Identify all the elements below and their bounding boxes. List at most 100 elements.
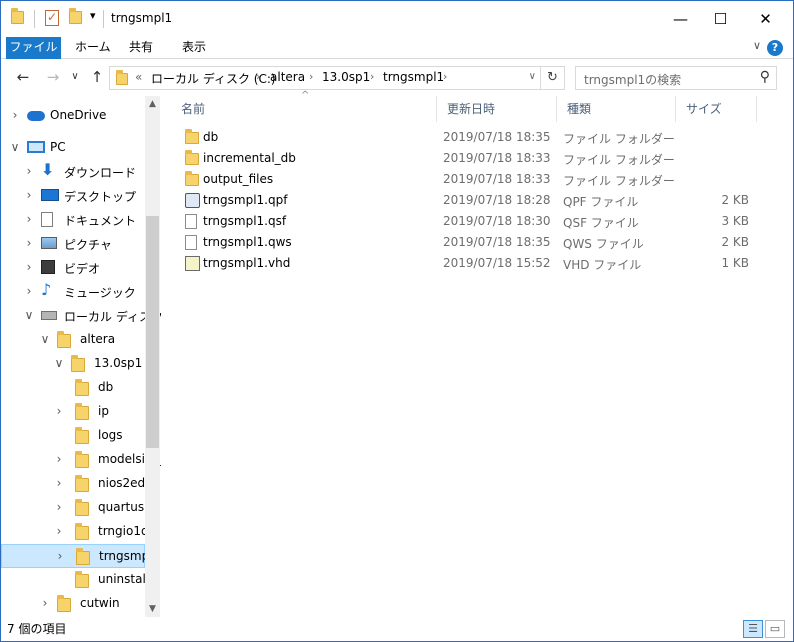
tree-item[interactable]: › nios2eds	[1, 472, 151, 496]
large-icons-view-button[interactable]: ▭	[765, 620, 785, 638]
forward-button[interactable]: →	[43, 68, 63, 86]
column-header-size[interactable]: サイズ	[676, 96, 757, 122]
expand-icon[interactable]: ›	[23, 284, 35, 298]
desktop-icon	[41, 189, 59, 201]
column-header-type[interactable]: 種類	[557, 96, 676, 122]
tab-share[interactable]: 共有	[119, 37, 163, 59]
refresh-icon[interactable]: ↻	[540, 67, 564, 89]
tree-item-label: PC	[50, 140, 66, 154]
breadcrumb-separator[interactable]: ›	[443, 70, 447, 83]
expand-icon[interactable]: ›	[53, 452, 65, 466]
file-row[interactable]: trngsmpl1.qsf 2019/07/18 18:30 QSF ファイル 3 K…	[171, 211, 757, 232]
tree-item[interactable]: › ビデオ	[1, 256, 145, 280]
breadcrumb-13-0sp1[interactable]: 13.0sp1	[322, 70, 370, 84]
expand-icon[interactable]: ›	[23, 236, 35, 250]
tree-item[interactable]: › cutwin	[1, 592, 145, 616]
expand-icon[interactable]: ›	[53, 404, 65, 418]
tree-item[interactable]: ∨ altera	[1, 328, 145, 352]
file-date-modified: 2019/07/18 18:35	[443, 130, 551, 144]
folder-icon	[116, 70, 128, 85]
tree-item[interactable]: › ピクチャ	[1, 232, 145, 256]
tree-item-label: db	[98, 380, 114, 394]
navigation-pane-scrollbar[interactable]: ▲ ▼	[145, 96, 160, 617]
scroll-thumb[interactable]	[146, 216, 159, 448]
expand-icon[interactable]: ›	[53, 500, 65, 514]
folder-icon	[57, 595, 71, 612]
minimize-button[interactable]: —	[658, 1, 703, 37]
collapse-icon[interactable]: ∨	[53, 356, 65, 370]
tree-item[interactable]: › ♪ ミュージック	[1, 280, 145, 304]
recent-locations-button[interactable]: ∨	[65, 71, 85, 82]
tree-item[interactable]: ∨ PC	[1, 136, 145, 160]
tree-item[interactable]: › ip	[1, 400, 145, 424]
tree-item[interactable]: ›modelsim_a	[1, 448, 161, 472]
search-icon[interactable]: ⚲	[760, 69, 770, 85]
file-date-modified: 2019/07/18 18:35	[443, 235, 551, 249]
tree-item[interactable]: ∨ローカル ディスク (C	[1, 304, 161, 328]
tree-item[interactable]: › ドキュメント	[1, 208, 145, 232]
file-row[interactable]: incremental_db 2019/07/18 18:33 ファイル フォルダー	[171, 148, 757, 169]
tree-item[interactable]: db	[1, 376, 145, 400]
expand-icon[interactable]: ›	[53, 476, 65, 490]
expand-icon[interactable]: ›	[23, 212, 35, 226]
tree-item[interactable]: › ⬇ ダウンロード	[1, 160, 145, 184]
file-name: db	[203, 130, 219, 144]
tab-view[interactable]: 表示	[172, 37, 216, 59]
tree-item[interactable]: › trngio1d	[1, 520, 149, 544]
breadcrumb-altera[interactable]: altera	[270, 70, 305, 84]
breadcrumb-separator[interactable]: ›	[256, 70, 260, 83]
tree-item[interactable]: uninstall	[1, 568, 149, 592]
file-row[interactable]: trngsmpl1.qpf 2019/07/18 18:28 QPF ファイル 2 K…	[171, 190, 757, 211]
breadcrumb-separator[interactable]: ›	[309, 70, 313, 83]
tab-file[interactable]: ファイル	[6, 37, 61, 59]
tree-item-label: ミュージック	[64, 286, 136, 300]
help-icon[interactable]: ?	[767, 40, 783, 56]
quick-access-dropdown-icon[interactable]: ▾	[90, 9, 96, 22]
tree-item[interactable]: › quartus	[1, 496, 145, 520]
file-icon	[185, 214, 197, 229]
up-button[interactable]: ↑	[87, 68, 107, 86]
tab-home[interactable]: ホーム	[65, 37, 121, 59]
back-button[interactable]: ←	[13, 68, 33, 86]
expand-icon[interactable]: ›	[23, 164, 35, 178]
breadcrumb-separator[interactable]: ›	[370, 70, 374, 83]
expand-ribbon-icon[interactable]: ∨	[753, 39, 761, 52]
column-header-name[interactable]: 名前	[171, 96, 437, 122]
onedrive-icon	[27, 111, 45, 121]
file-row[interactable]: output_files 2019/07/18 18:33 ファイル フォルダー	[171, 169, 757, 190]
collapse-icon[interactable]: ∨	[23, 308, 35, 322]
maximize-button[interactable]: ☐	[698, 1, 743, 37]
scroll-down-icon[interactable]: ▼	[145, 601, 160, 617]
expand-icon[interactable]: ›	[23, 188, 35, 202]
expand-icon[interactable]: ›	[39, 596, 51, 610]
details-view-button[interactable]: ☰	[743, 620, 763, 638]
tree-item-label: uninstall	[98, 572, 150, 586]
tree-item[interactable]: › OneDrive	[1, 104, 145, 128]
address-dropdown-icon[interactable]: ∨	[529, 71, 536, 82]
file-row[interactable]: db 2019/07/18 18:35 ファイル フォルダー	[171, 127, 757, 148]
expand-icon[interactable]: ›	[9, 108, 21, 122]
explorer-window: ✓ ▾ trngsmpl1 — ☐ ✕ ファイル ホーム 共有 表示 ∨ ? ←…	[0, 0, 794, 642]
file-row[interactable]: trngsmpl1.vhd 2019/07/18 15:52 VHD ファイル 1 K…	[171, 253, 757, 274]
column-header-date-modified[interactable]: 更新日時	[437, 96, 557, 122]
expand-icon[interactable]: ›	[53, 524, 65, 538]
file-name: trngsmpl1.qsf	[203, 214, 287, 228]
tree-item[interactable]: › trngsmpl1	[1, 544, 160, 568]
properties-icon[interactable]: ✓	[45, 10, 59, 26]
expand-icon[interactable]: ›	[23, 260, 35, 274]
scroll-up-icon[interactable]: ▲	[145, 96, 160, 112]
search-box[interactable]: trngsmpl1の検索 ⚲	[575, 66, 777, 90]
tree-item[interactable]: logs	[1, 424, 145, 448]
collapse-icon[interactable]: ∨	[9, 140, 21, 154]
file-row[interactable]: trngsmpl1.qws 2019/07/18 18:35 QWS ファイル 2 K…	[171, 232, 757, 253]
breadcrumb-trngsmpl1[interactable]: trngsmpl1	[383, 70, 444, 84]
tree-item[interactable]: ∨ 13.0sp1	[1, 352, 145, 376]
tree-item[interactable]: › デスクトップ	[1, 184, 145, 208]
close-button[interactable]: ✕	[743, 1, 788, 37]
expand-icon[interactable]: ›	[54, 549, 66, 563]
new-folder-icon[interactable]	[69, 8, 82, 24]
address-bar[interactable]: « ローカル ディスク (C:) › altera › 13.0sp1 › tr…	[109, 66, 565, 90]
breadcrumb-overflow[interactable]: «	[135, 70, 142, 84]
collapse-icon[interactable]: ∨	[39, 332, 51, 346]
status-bar: 7 個の項目 ☰ ▭	[1, 617, 793, 641]
